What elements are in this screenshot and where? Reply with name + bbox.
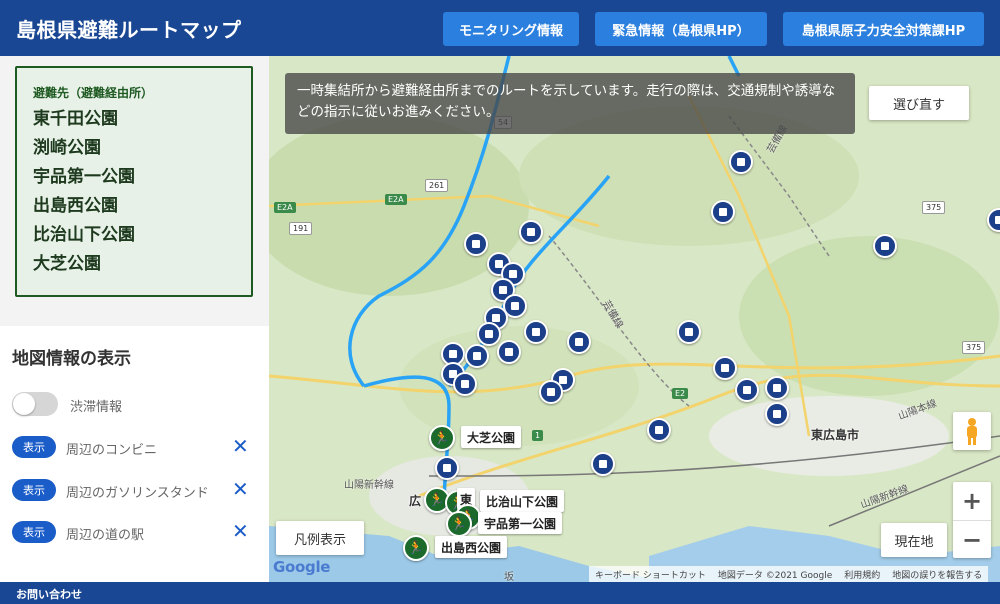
shelter-pin[interactable]: 🏃: [446, 511, 472, 537]
road-shield: E2A: [385, 194, 407, 205]
close-icon[interactable]: ✕: [232, 435, 249, 457]
shelter-label[interactable]: 宇品第一公園: [478, 512, 563, 534]
pegman-icon: [967, 418, 977, 445]
show-roadside-station-button[interactable]: 表示: [12, 521, 56, 543]
gas-station-pin[interactable]: [539, 380, 563, 404]
road-shield: 375: [962, 341, 986, 354]
show-convenience-button[interactable]: 表示: [12, 436, 56, 458]
road-shield: 1: [532, 430, 544, 441]
convenience-store-pin[interactable]: [735, 378, 759, 402]
city-label: 広: [409, 494, 422, 508]
close-icon[interactable]: ✕: [232, 478, 249, 500]
map-background: [269, 56, 1000, 582]
footer: お問い合わせ: [0, 582, 1000, 604]
destination-item[interactable]: 比治山下公園: [33, 221, 235, 250]
convenience-store-pin[interactable]: [567, 330, 591, 354]
map-info-panel: 地図情報の表示 渋滞情報 表示 周辺のコンビニ ✕ 表示 周辺のガソリンスタンド…: [0, 326, 269, 582]
layer-row-roadside-station: 表示 周辺の道の駅 ✕: [12, 520, 257, 545]
road-shield: E2: [672, 388, 689, 399]
gas-station-pin[interactable]: [524, 320, 548, 344]
terms-link[interactable]: 利用規約: [844, 568, 880, 581]
gas-station-pin[interactable]: [729, 150, 753, 174]
street-view-pegman[interactable]: [953, 412, 991, 450]
toggle-knob: [13, 393, 35, 415]
map-data-credit: 地図データ ©2021 Google: [717, 570, 833, 581]
destination-heading: 避難先（避難経由所）: [33, 86, 154, 100]
current-location-button[interactable]: 現在地: [881, 523, 947, 557]
shelter-label[interactable]: 比治山下公園: [480, 490, 565, 512]
zoom-out-button[interactable]: −: [953, 520, 991, 558]
zoom-in-button[interactable]: +: [953, 482, 991, 520]
convenience-store-pin[interactable]: [519, 220, 543, 244]
destination-item[interactable]: 大芝公園: [33, 250, 235, 279]
convenience-store-pin[interactable]: [435, 456, 459, 480]
close-icon[interactable]: ✕: [232, 520, 249, 542]
convenience-store-pin[interactable]: [647, 418, 671, 442]
nuclear-safety-hp-button[interactable]: 島根県原子力安全対策課HP: [783, 12, 984, 46]
destination-item[interactable]: 宇品第一公園: [33, 163, 235, 192]
road-shield: 191: [289, 222, 313, 235]
convenience-store-pin[interactable]: [591, 452, 615, 476]
app-header: 島根県避難ルートマップ モニタリング情報 緊急情報（島根県HP） 島根県原子力安…: [0, 0, 1000, 56]
monitoring-info-button[interactable]: モニタリング情報: [443, 12, 579, 46]
rail-label: 山陽新幹線: [344, 480, 394, 491]
destination-item[interactable]: 渕崎公園: [33, 134, 235, 163]
google-logo: Google: [273, 558, 331, 576]
map-attribution: キーボード ショートカット 地図データ ©2021 Google 利用規約 地図…: [589, 566, 989, 582]
place-label-small: 坂: [504, 572, 514, 582]
layer-row-gas-station: 表示 周辺のガソリンスタンド ✕: [12, 478, 257, 503]
convenience-store-pin[interactable]: [477, 322, 501, 346]
road-shield: 261: [425, 179, 449, 192]
gas-station-pin[interactable]: [465, 344, 489, 368]
traffic-label: 渋滞情報: [70, 400, 123, 415]
layer-label: 周辺のガソリンスタンド: [66, 486, 209, 501]
destination-item[interactable]: 出島西公園: [33, 192, 235, 221]
sidebar: 避難先（避難経由所） 東千田公園 渕崎公園 宇品第一公園 出島西公園 比治山下公…: [0, 56, 269, 582]
layer-label: 周辺のコンビニ: [66, 443, 158, 458]
emergency-info-button[interactable]: 緊急情報（島根県HP）: [595, 12, 767, 46]
city-label: 東広島市: [811, 428, 860, 442]
traffic-toggle[interactable]: [12, 392, 58, 416]
roadside-station-pin[interactable]: [873, 234, 897, 258]
shelter-pin[interactable]: 🏃: [429, 425, 455, 451]
zoom-control: + −: [953, 482, 991, 558]
map-canvas[interactable]: 東広島市 広 芸備線 芸備線 山陽本線 山陽新幹線 山陽新幹線 坂 E2A 19…: [269, 56, 1000, 582]
keyboard-shortcuts-link[interactable]: キーボード ショートカット: [595, 568, 706, 581]
road-shield: 375: [922, 201, 946, 214]
convenience-store-pin[interactable]: [711, 200, 735, 224]
show-gas-station-button[interactable]: 表示: [12, 479, 56, 501]
roadside-station-pin[interactable]: [765, 402, 789, 426]
layer-row-convenience: 表示 周辺のコンビニ ✕: [12, 435, 257, 460]
reselect-button[interactable]: 選び直す: [869, 86, 969, 120]
shelter-label[interactable]: 出島西公園: [435, 536, 508, 558]
contact-link[interactable]: お問い合わせ: [16, 586, 82, 602]
shelter-pin[interactable]: 🏃: [403, 535, 429, 561]
gas-station-pin[interactable]: [713, 356, 737, 380]
gas-station-pin[interactable]: [677, 320, 701, 344]
destination-box: 避難先（避難経由所） 東千田公園 渕崎公園 宇品第一公園 出島西公園 比治山下公…: [15, 66, 253, 297]
shelter-label[interactable]: 大芝公園: [461, 426, 522, 448]
legend-button[interactable]: 凡例表示: [276, 521, 364, 555]
destination-item[interactable]: 東千田公園: [33, 105, 235, 134]
convenience-store-pin[interactable]: [453, 372, 477, 396]
route-notice: 一時集結所から避難経由所までのルートを示しています。走行の際は、交通規制や誘導な…: [285, 73, 855, 134]
map-info-title: 地図情報の表示: [12, 349, 131, 369]
convenience-store-pin[interactable]: [765, 376, 789, 400]
app-title: 島根県避難ルートマップ: [16, 18, 242, 42]
layer-label: 周辺の道の駅: [66, 528, 145, 543]
convenience-store-pin[interactable]: [497, 340, 521, 364]
road-shield: E2A: [274, 202, 296, 213]
gas-station-pin[interactable]: [464, 232, 488, 256]
report-error-link[interactable]: 地図の誤りを報告する: [892, 568, 982, 581]
